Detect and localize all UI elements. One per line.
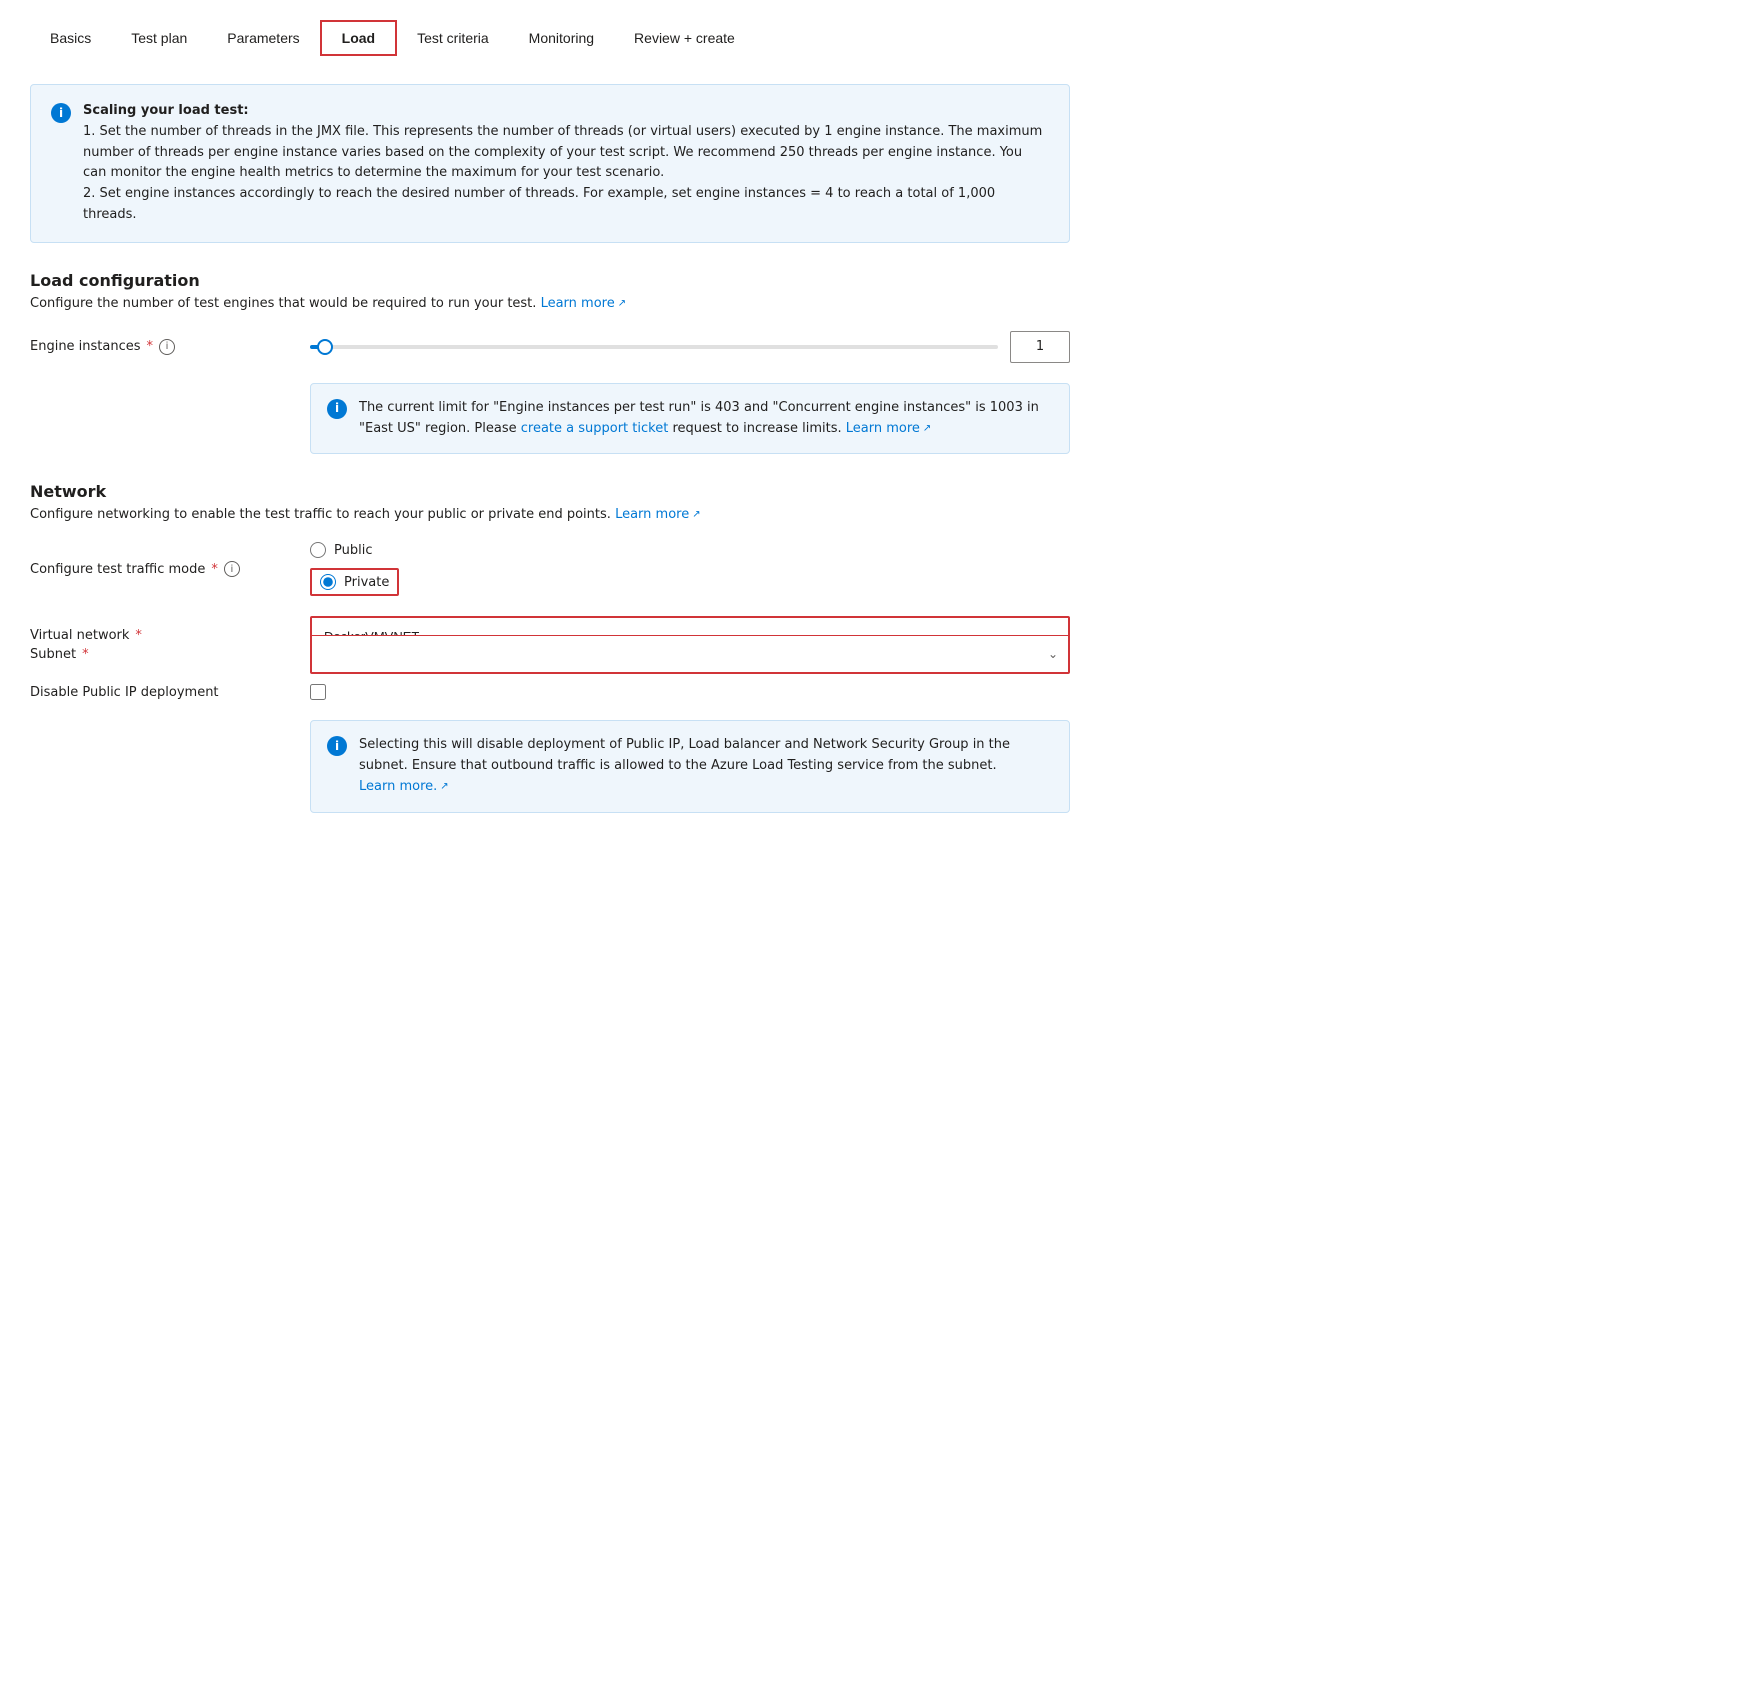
network-learn-more-icon: ↗ (692, 509, 700, 520)
limit-note-text: The current limit for "Engine instances … (359, 398, 1053, 440)
engine-instances-info-icon[interactable]: i (159, 339, 175, 355)
disable-public-ip-checkbox[interactable] (310, 684, 326, 700)
engine-instances-row: Engine instances * i 1 (30, 331, 1070, 363)
tab-test-criteria[interactable]: Test criteria (397, 22, 509, 54)
limit-note-learn-more[interactable]: Learn more ↗ (846, 419, 932, 440)
subnet-label: Subnet * (30, 647, 290, 662)
radio-private-input[interactable] (320, 574, 336, 590)
tab-test-plan[interactable]: Test plan (111, 22, 207, 54)
subnet-select[interactable] (312, 636, 1068, 672)
info-banner-title: Scaling your load test: (83, 103, 249, 118)
limit-note-icon: i (327, 399, 347, 419)
traffic-mode-label: Configure test traffic mode * i (30, 561, 290, 577)
radio-public[interactable]: Public (310, 542, 399, 558)
info-banner: i Scaling your load test: 1. Set the num… (30, 84, 1070, 243)
network-learn-more[interactable]: Learn more ↗ (615, 507, 701, 522)
vnet-required2: * (135, 628, 142, 643)
disable-ip-learn-more-icon: ↗ (440, 779, 448, 795)
traffic-mode-info-icon[interactable]: i (224, 561, 240, 577)
engine-instances-value: 1 (1010, 331, 1070, 363)
limit-learn-more-icon: ↗ (923, 421, 931, 437)
traffic-mode-row: Configure test traffic mode * i Public P… (30, 542, 1070, 596)
disable-public-ip-checkbox-container (310, 684, 326, 700)
virtual-network-label2: Virtual network * (30, 628, 290, 643)
tab-monitoring[interactable]: Monitoring (509, 22, 614, 54)
disable-public-ip-note: i Selecting this will disable deployment… (310, 720, 1070, 812)
required-marker: * (147, 339, 154, 354)
load-config-title: Load configuration (30, 271, 1070, 290)
nav-tabs: Basics Test plan Parameters Load Test cr… (30, 20, 1070, 56)
radio-private[interactable]: Private (310, 568, 399, 596)
disable-public-ip-row: Disable Public IP deployment (30, 684, 1070, 700)
disable-public-ip-note-text: Selecting this will disable deployment o… (359, 735, 1053, 797)
info-icon: i (51, 103, 71, 123)
proper-vnet-section: Virtual network * DockerVMVNET ⌄ Subnet … (30, 616, 1070, 674)
network-title: Network (30, 482, 1070, 501)
network-desc: Configure networking to enable the test … (30, 507, 1070, 522)
engine-instances-label: Engine instances * i (30, 339, 290, 355)
network-section: Network Configure networking to enable t… (30, 482, 1070, 596)
load-config-desc: Configure the number of test engines tha… (30, 296, 1070, 311)
disable-public-ip-learn-more[interactable]: Learn more. ↗ (359, 777, 449, 798)
info-banner-line1: 1. Set the number of threads in the JMX … (83, 124, 1042, 181)
subnet-required: * (82, 647, 89, 662)
disable-public-ip-note-icon: i (327, 736, 347, 756)
create-support-ticket-link[interactable]: create a support ticket (521, 421, 669, 436)
disable-public-ip-label: Disable Public IP deployment (30, 685, 290, 700)
load-config-learn-more[interactable]: Learn more ↗ (541, 296, 627, 311)
info-banner-text: Scaling your load test: 1. Set the numbe… (83, 101, 1049, 226)
tab-review-create[interactable]: Review + create (614, 22, 755, 54)
slider-container: 1 (310, 331, 1070, 363)
tab-parameters[interactable]: Parameters (207, 22, 319, 54)
external-link-icon: ↗ (618, 298, 626, 309)
traffic-mode-radio-group: Public Private (310, 542, 399, 596)
traffic-mode-required: * (211, 562, 218, 577)
limit-note: i The current limit for "Engine instance… (310, 383, 1070, 455)
tab-basics[interactable]: Basics (30, 22, 111, 54)
info-banner-line2: 2. Set engine instances accordingly to r… (83, 186, 995, 222)
radio-public-input[interactable] (310, 542, 326, 558)
tab-load[interactable]: Load (320, 20, 397, 56)
engine-instances-slider[interactable] (310, 345, 998, 349)
load-config-section: Load configuration Configure the number … (30, 271, 1070, 363)
